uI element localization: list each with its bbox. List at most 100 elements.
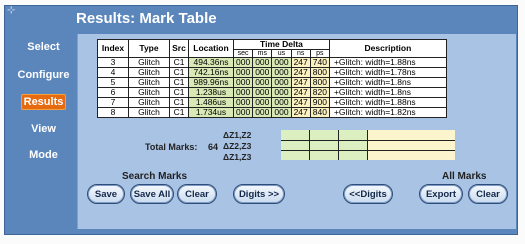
cell-ps: 900 xyxy=(309,97,330,108)
clear-all-marks-button[interactable]: Clear xyxy=(468,184,508,204)
cell-src: C1 xyxy=(169,87,189,98)
cell-ps: 800 xyxy=(309,67,330,78)
cell-index: 8 xyxy=(97,107,129,118)
search-marks-title: Search Marks xyxy=(122,171,188,182)
table-row[interactable]: 7 Glitch C1 1.486us 000 000 000 247 900 … xyxy=(97,97,447,108)
export-button[interactable]: Export xyxy=(419,184,463,204)
cell-index: 5 xyxy=(97,77,129,88)
cell-ns: 247 xyxy=(290,87,311,98)
cell-type: Glitch xyxy=(128,107,170,118)
cell-sec: 000 xyxy=(232,77,254,88)
cell-ns: 247 xyxy=(290,67,311,78)
window-corner-icon: ⊹ xyxy=(7,5,16,16)
cell-index: 4 xyxy=(97,67,129,78)
delta-readout-grid xyxy=(281,130,455,160)
cell-ns: 247 xyxy=(290,107,311,118)
digits-more-button[interactable]: Digits >> xyxy=(233,184,285,204)
cell-type: Glitch xyxy=(128,77,170,88)
cell-index: 6 xyxy=(97,87,129,98)
mark-table: Index Type Src Location Time Delta Descr… xyxy=(97,39,447,118)
cell-sec: 000 xyxy=(232,107,254,118)
all-marks-title: All Marks xyxy=(442,171,487,182)
cell-ps: 820 xyxy=(309,87,330,98)
cell-description: +Glitch: width=1.8ns xyxy=(328,87,447,98)
digits-less-button[interactable]: <<Digits xyxy=(343,184,393,204)
cell-ns: 247 xyxy=(290,97,311,108)
delta-grid-column xyxy=(339,130,368,160)
column-header-time-delta[interactable]: Time Delta xyxy=(233,39,330,50)
clear-search-marks-button[interactable]: Clear xyxy=(177,184,217,204)
cell-location: 1.734us xyxy=(188,107,234,118)
delta-z1-z3-label: ΔZ1,Z3 xyxy=(223,152,252,162)
cell-type: Glitch xyxy=(128,57,170,68)
cell-description: +Glitch: width=1.8ns xyxy=(328,77,447,88)
cell-location: 494.36ns xyxy=(188,57,234,68)
total-marks-count: 64 xyxy=(208,142,219,152)
sidebar: Select Configure Results View Mode xyxy=(16,34,71,181)
cell-ms: 000 xyxy=(252,87,273,98)
cell-index: 3 xyxy=(97,57,129,68)
cell-description: +Glitch: width=1.88ns xyxy=(328,57,447,68)
cell-description: +Glitch: width=1.78ns xyxy=(328,67,447,78)
cell-us: 000 xyxy=(271,87,292,98)
cell-index: 7 xyxy=(97,97,129,108)
cell-ms: 000 xyxy=(252,107,273,118)
column-header-type[interactable]: Type xyxy=(128,39,170,58)
cell-sec: 000 xyxy=(232,57,254,68)
cell-src: C1 xyxy=(169,77,189,88)
cell-ns: 247 xyxy=(290,77,311,88)
cell-ms: 000 xyxy=(252,77,273,88)
column-header-location[interactable]: Location xyxy=(188,39,234,58)
column-header-description[interactable]: Description xyxy=(328,39,447,58)
sidebar-item-configure[interactable]: Configure xyxy=(16,62,71,88)
cell-sec: 000 xyxy=(232,97,254,108)
delta-grid-row-line xyxy=(281,150,455,151)
cell-us: 000 xyxy=(271,77,292,88)
cell-us: 000 xyxy=(271,67,292,78)
results-panel: Index Type Src Location Time Delta Descr… xyxy=(77,34,516,229)
sidebar-item-mode[interactable]: Mode xyxy=(16,142,71,168)
cell-location: 1.238us xyxy=(188,87,234,98)
sidebar-item-view[interactable]: View xyxy=(16,116,71,142)
column-header-index[interactable]: Index xyxy=(97,39,129,58)
table-row[interactable]: 5 Glitch C1 989.96ns 000 000 000 247 800… xyxy=(97,77,447,88)
cell-ps: 840 xyxy=(309,107,330,118)
cell-src: C1 xyxy=(169,57,189,68)
cell-us: 000 xyxy=(271,107,292,118)
cell-type: Glitch xyxy=(128,97,170,108)
sidebar-item-results[interactable]: Results xyxy=(16,89,71,115)
cell-ms: 000 xyxy=(252,97,273,108)
cell-us: 000 xyxy=(271,97,292,108)
cell-ps: 800 xyxy=(309,77,330,88)
sidebar-item-select[interactable]: Select xyxy=(16,34,71,60)
delta-grid-column xyxy=(281,130,310,160)
cell-type: Glitch xyxy=(128,67,170,78)
sidebar-item-label: Mode xyxy=(29,149,58,161)
cell-src: C1 xyxy=(169,67,189,78)
cell-src: C1 xyxy=(169,107,189,118)
cell-sec: 000 xyxy=(232,67,254,78)
delta-z1-z2-label: ΔZ1,Z2 xyxy=(223,130,252,140)
sidebar-item-label: Configure xyxy=(17,69,70,81)
table-row[interactable]: 3 Glitch C1 494.36ns 000 000 000 247 740… xyxy=(97,57,447,68)
sidebar-item-label: Select xyxy=(27,41,60,53)
sidebar-item-label: View xyxy=(31,123,56,135)
cell-ns: 247 xyxy=(290,57,311,68)
save-all-button[interactable]: Save All xyxy=(130,184,174,204)
table-row[interactable]: 4 Glitch C1 742.16ns 000 000 000 247 800… xyxy=(97,67,447,78)
cell-ms: 000 xyxy=(252,57,273,68)
cell-location: 989.96ns xyxy=(188,77,234,88)
window-title: Results: Mark Table xyxy=(76,10,217,27)
cell-description: +Glitch: width=1.82ns xyxy=(328,107,447,118)
table-row[interactable]: 6 Glitch C1 1.238us 000 000 000 247 820 … xyxy=(97,87,447,98)
delta-grid-row-line xyxy=(281,140,455,141)
save-button[interactable]: Save xyxy=(87,184,125,204)
cell-type: Glitch xyxy=(128,87,170,98)
cell-ps: 740 xyxy=(309,57,330,68)
cell-us: 000 xyxy=(271,57,292,68)
cell-ms: 000 xyxy=(252,67,273,78)
cell-sec: 000 xyxy=(232,87,254,98)
delta-z2-z3-label: ΔZ2,Z3 xyxy=(223,141,252,151)
column-header-src[interactable]: Src xyxy=(169,39,189,58)
table-row[interactable]: 8 Glitch C1 1.734us 000 000 000 247 840 … xyxy=(97,107,447,118)
